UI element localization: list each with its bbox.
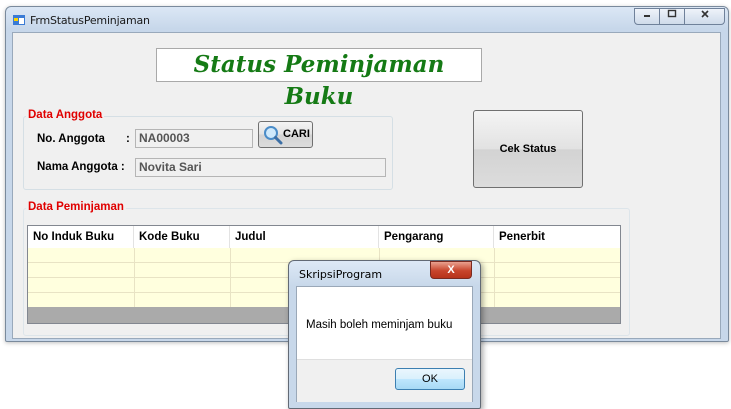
dialog-footer: OK bbox=[297, 359, 472, 402]
close-icon bbox=[700, 10, 709, 18]
column-header-pengarang[interactable]: Pengarang bbox=[379, 226, 494, 248]
maximize-icon bbox=[667, 9, 677, 18]
close-button[interactable] bbox=[684, 8, 725, 25]
title-bar[interactable]: FrmStatusPeminjaman bbox=[6, 7, 728, 33]
anggota-group: Data Anggota No. Anggota : NA00003 CARI … bbox=[23, 109, 393, 190]
anggota-group-label: Data Anggota bbox=[26, 109, 105, 121]
message-dialog: SkripsiProgram X Masih boleh meminjam bu… bbox=[288, 260, 481, 409]
column-header-judul[interactable]: Judul bbox=[230, 226, 379, 248]
cari-button[interactable]: CARI bbox=[258, 121, 313, 148]
dialog-message: Masih boleh meminjam buku bbox=[306, 319, 453, 331]
no-anggota-field[interactable]: NA00003 bbox=[135, 129, 253, 148]
nama-anggota-field[interactable]: Novita Sari bbox=[135, 158, 386, 177]
cek-status-button[interactable]: Cek Status bbox=[473, 110, 583, 188]
dialog-title: SkripsiProgram bbox=[299, 268, 383, 281]
dialog-body: Masih boleh meminjam buku OK bbox=[296, 286, 473, 402]
column-divider bbox=[494, 248, 495, 307]
page-heading-text: Status Peminjaman Buku bbox=[193, 51, 445, 110]
cek-status-label: Cek Status bbox=[499, 143, 557, 155]
column-header-kode-buku[interactable]: Kode Buku bbox=[134, 226, 230, 248]
column-header-penerbit[interactable]: Penerbit bbox=[494, 226, 620, 248]
dialog-close-icon: X bbox=[447, 264, 455, 276]
maximize-button[interactable] bbox=[659, 8, 685, 25]
column-divider bbox=[134, 248, 135, 307]
dialog-close-button[interactable]: X bbox=[430, 261, 472, 279]
cari-button-label: CARI bbox=[283, 128, 310, 140]
grid-header: No Induk Buku Kode Buku Judul Pengarang … bbox=[28, 226, 620, 248]
magnifier-icon bbox=[264, 126, 283, 145]
no-anggota-colon: : bbox=[126, 133, 130, 145]
minimize-button[interactable] bbox=[634, 8, 660, 25]
column-header-no-induk[interactable]: No Induk Buku bbox=[28, 226, 134, 248]
column-divider bbox=[230, 248, 231, 307]
peminjaman-group-label: Data Peminjaman bbox=[26, 201, 126, 213]
minimize-icon bbox=[644, 15, 650, 17]
page-heading: Status Peminjaman Buku bbox=[156, 48, 482, 110]
no-anggota-label: No. Anggota bbox=[37, 133, 105, 145]
form-icon bbox=[13, 15, 25, 25]
window-title: FrmStatusPeminjaman bbox=[30, 14, 150, 27]
nama-anggota-label: Nama Anggota : bbox=[37, 161, 125, 173]
ok-button[interactable]: OK bbox=[395, 368, 465, 390]
